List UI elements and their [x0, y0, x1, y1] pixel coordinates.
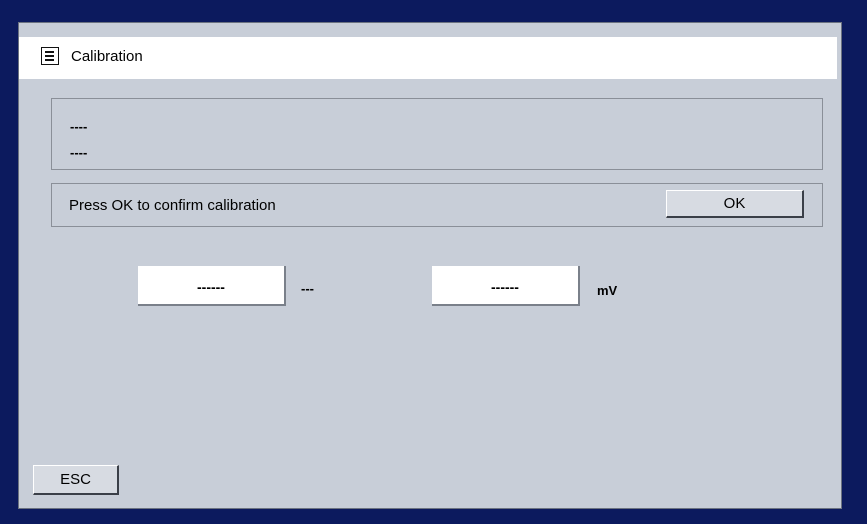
menu-icon[interactable]	[41, 47, 59, 65]
millivolt-unit: mV	[597, 283, 618, 298]
info-panel: ---- ----	[51, 98, 823, 170]
ok-button[interactable]: OK	[666, 190, 804, 218]
title-bar: Calibration	[19, 37, 837, 79]
calibration-window: Calibration ---- ---- Press OK to confir…	[18, 22, 842, 509]
confirm-message: Press OK to confirm calibration	[69, 197, 276, 214]
measured-value-unit: ---	[301, 281, 314, 296]
millivolt-value-field[interactable]: ------	[432, 266, 580, 306]
window-title: Calibration	[71, 48, 143, 65]
info-line-2: ----	[70, 145, 88, 160]
screen-frame: Calibration ---- ---- Press OK to confir…	[0, 0, 867, 524]
confirm-panel: Press OK to confirm calibration OK	[51, 183, 823, 227]
info-line-1: ----	[70, 119, 88, 134]
esc-button[interactable]: ESC	[33, 465, 119, 495]
measured-value-field[interactable]: ------	[138, 266, 286, 306]
